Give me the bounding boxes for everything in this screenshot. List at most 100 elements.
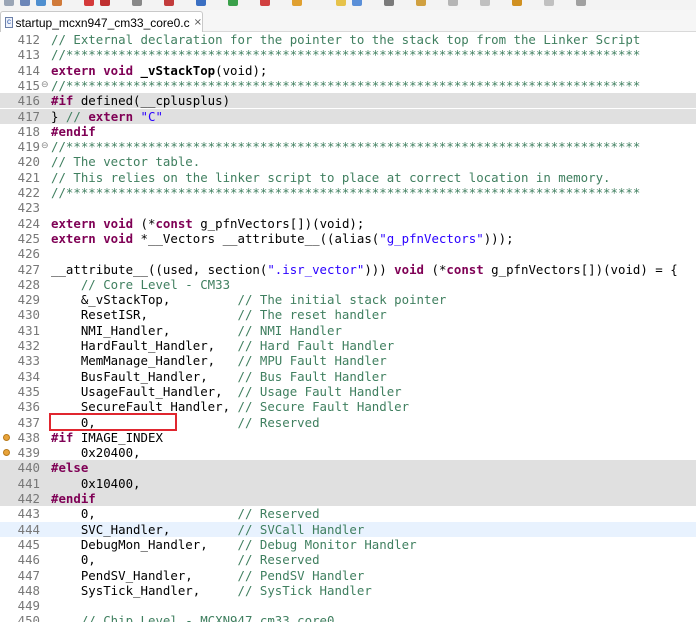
code-token: #if bbox=[51, 93, 81, 109]
code-text: 0x20400, bbox=[51, 445, 141, 460]
line-number: 421 bbox=[17, 169, 40, 185]
toolbar-icon[interactable] bbox=[196, 0, 206, 6]
code-line[interactable]: 450 // Chip Level - MCXN947_cm33_core0 bbox=[0, 613, 696, 622]
code-token: extern void bbox=[51, 62, 141, 78]
code-token: SysTick_Handler, bbox=[51, 582, 238, 598]
code-line[interactable]: 438 #if IMAGE_INDEX bbox=[0, 430, 696, 445]
code-text: //**************************************… bbox=[51, 47, 640, 62]
toolbar-icon[interactable] bbox=[576, 0, 586, 6]
code-line[interactable]: 425 extern void *__Vectors __attribute__(… bbox=[0, 231, 696, 246]
line-number: 434 bbox=[17, 368, 40, 384]
toolbar-icon[interactable] bbox=[4, 0, 14, 6]
code-token: // SysTick Handler bbox=[237, 582, 372, 598]
code-token: } bbox=[51, 108, 66, 124]
code-line[interactable]: 431 NMI_Handler, // NMI Handler bbox=[0, 323, 696, 338]
toolbar-icon[interactable] bbox=[512, 0, 522, 6]
code-line[interactable]: 435 UsageFault_Handler, // Usage Fault H… bbox=[0, 384, 696, 399]
code-line[interactable]: 420 // The vector table. bbox=[0, 154, 696, 169]
toolbar-icon[interactable] bbox=[336, 0, 346, 6]
toolbar-icon[interactable] bbox=[132, 0, 142, 6]
code-text: // Core Level - CM33 bbox=[51, 277, 230, 292]
line-number: 437 bbox=[17, 414, 40, 430]
toolbar-icon[interactable] bbox=[36, 0, 46, 6]
line-number: 438 bbox=[17, 429, 40, 445]
code-token: "C" bbox=[140, 108, 163, 124]
code-line[interactable]: 417} // extern "C" bbox=[0, 108, 696, 124]
code-token: const bbox=[155, 215, 201, 231]
toolbar-icon[interactable] bbox=[260, 0, 270, 6]
code-token: extern bbox=[88, 108, 141, 124]
line-number: 436 bbox=[17, 399, 40, 415]
code-text: MemManage_Handler, // MPU Fault Handler bbox=[51, 353, 387, 368]
code-line[interactable]: 449 bbox=[0, 598, 696, 613]
code-line[interactable]: 427 __attribute__((used, section(".isr_ve… bbox=[0, 262, 696, 277]
code-text: extern void *__Vectors __attribute__((al… bbox=[51, 231, 514, 246]
code-line[interactable]: 442 #endif bbox=[0, 491, 696, 507]
code-line[interactable]: 432 HardFault_Handler, // Hard Fault Han… bbox=[0, 338, 696, 353]
toolbar-icon[interactable] bbox=[292, 0, 302, 6]
toolbar-icon[interactable] bbox=[544, 0, 554, 6]
code-line[interactable]: 439 0x20400, bbox=[0, 445, 696, 460]
toolbar-icon[interactable] bbox=[52, 0, 62, 6]
code-token: 0x10400, bbox=[51, 475, 141, 491]
code-token: //**************************************… bbox=[51, 185, 641, 200]
code-line[interactable]: 415 ⊖//**********************************… bbox=[0, 78, 696, 93]
code-line[interactable]: 446 0, // Reserved bbox=[0, 552, 696, 567]
code-line[interactable]: 445 DebugMon_Handler, // Debug Monitor H… bbox=[0, 537, 696, 552]
fold-toggle-icon[interactable]: ⊖ bbox=[41, 78, 49, 93]
code-line[interactable]: 441 0x10400, bbox=[0, 475, 696, 491]
toolbar-icon[interactable] bbox=[84, 0, 94, 6]
highlight-annotation-box bbox=[49, 413, 177, 431]
code-line[interactable]: 424 extern void (*const g_pfnVectors[])(v… bbox=[0, 216, 696, 231]
code-line[interactable]: 444 SVC_Handler, // SVCall Handler bbox=[0, 521, 696, 537]
code-token: *__Vectors __attribute__((alias( bbox=[140, 230, 380, 246]
tab-startup-file[interactable]: startup_mcxn947_cm33_core0.c × bbox=[0, 11, 203, 33]
code-text: // External declaration for the pointer … bbox=[51, 32, 640, 47]
code-line[interactable]: 430 ResetISR, // The reset handler bbox=[0, 307, 696, 322]
code-token: // NMI Handler bbox=[237, 322, 342, 338]
code-token: //**************************************… bbox=[51, 77, 641, 93]
code-line[interactable]: 443 0, // Reserved bbox=[0, 506, 696, 521]
code-token: DebugMon_Handler, bbox=[51, 536, 238, 552]
code-line[interactable]: 429 &_vStackTop, // The initial stack po… bbox=[0, 292, 696, 307]
toolbar-icon[interactable] bbox=[228, 0, 238, 6]
code-line[interactable]: 426 bbox=[0, 246, 696, 261]
code-line[interactable]: 416 #if defined(__cplusplus) bbox=[0, 93, 696, 109]
code-line[interactable]: 428 // Core Level - CM33 bbox=[0, 277, 696, 292]
code-line[interactable]: 440 #else bbox=[0, 460, 696, 476]
toolbar-icon[interactable] bbox=[100, 0, 110, 6]
toolbar-icon[interactable] bbox=[164, 0, 174, 6]
code-token: // Hard Fault Handler bbox=[237, 338, 395, 353]
code-text: 0, // Reserved bbox=[51, 552, 320, 567]
toolbar-icon[interactable] bbox=[448, 0, 458, 6]
line-number: 447 bbox=[17, 567, 40, 583]
code-token: // Reserved bbox=[237, 552, 320, 568]
line-number: 416 bbox=[17, 93, 40, 109]
code-line[interactable]: 414 extern void _vStackTop(void); bbox=[0, 63, 696, 78]
code-line[interactable]: 413 //***********************************… bbox=[0, 47, 696, 62]
code-line[interactable]: 422 //***********************************… bbox=[0, 185, 696, 200]
toolbar-icon[interactable] bbox=[480, 0, 490, 6]
line-number: 412 bbox=[17, 32, 40, 47]
code-line[interactable]: 448 SysTick_Handler, // SysTick Handler bbox=[0, 583, 696, 598]
code-text: #else bbox=[51, 460, 88, 475]
code-editor[interactable]: 412 // External declaration for the point… bbox=[0, 32, 696, 622]
line-number: 426 bbox=[17, 246, 40, 262]
line-number: 420 bbox=[17, 154, 40, 170]
toolbar-icon[interactable] bbox=[20, 0, 30, 6]
toolbar-icon[interactable] bbox=[384, 0, 394, 6]
code-line[interactable]: 418 #endif bbox=[0, 124, 696, 139]
code-line[interactable]: 421 // This relies on the linker script t… bbox=[0, 170, 696, 185]
line-number: 427 bbox=[17, 261, 40, 277]
code-line[interactable]: 412 // External declaration for the point… bbox=[0, 32, 696, 47]
tab-close-icon[interactable]: × bbox=[194, 17, 202, 28]
toolbar-icon[interactable] bbox=[416, 0, 426, 6]
code-line[interactable]: 447 PendSV_Handler, // PendSV Handler bbox=[0, 568, 696, 583]
code-line[interactable]: 434 BusFault_Handler, // Bus Fault Handl… bbox=[0, 369, 696, 384]
code-line[interactable]: 433 MemManage_Handler, // MPU Fault Hand… bbox=[0, 353, 696, 368]
code-text: //**************************************… bbox=[51, 139, 640, 154]
code-line[interactable]: 423 bbox=[0, 200, 696, 215]
toolbar-icon[interactable] bbox=[352, 0, 362, 6]
code-line[interactable]: 419 ⊖//**********************************… bbox=[0, 139, 696, 154]
fold-toggle-icon[interactable]: ⊖ bbox=[41, 139, 49, 154]
